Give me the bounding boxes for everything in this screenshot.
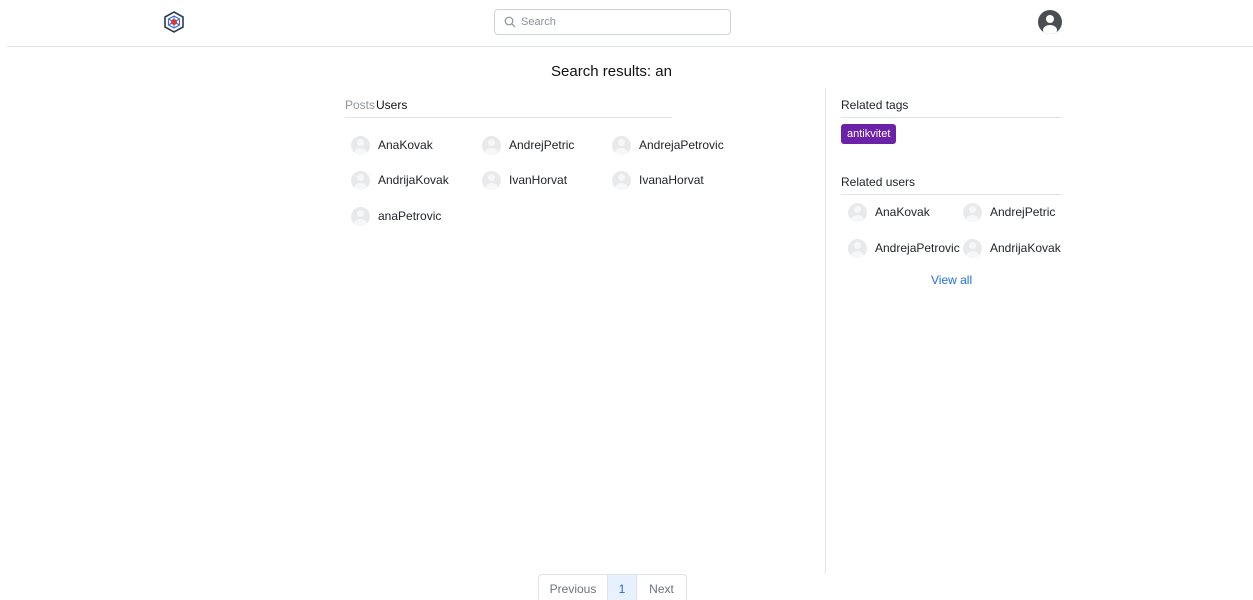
next-page-button[interactable]: Next bbox=[637, 575, 686, 600]
result-tabs: Posts Users bbox=[345, 98, 672, 118]
user-result-item[interactable]: AnaKovak bbox=[351, 135, 433, 155]
header-divider bbox=[7, 46, 1253, 47]
avatar-placeholder-icon bbox=[351, 135, 370, 155]
user-result-name: anaPetrovic bbox=[378, 209, 442, 223]
search-icon bbox=[504, 16, 516, 28]
user-result-name: AndrijaKovak bbox=[378, 173, 449, 187]
avatar-placeholder-icon bbox=[848, 238, 867, 258]
tab-posts[interactable]: Posts bbox=[345, 98, 375, 112]
avatar-placeholder-icon bbox=[963, 202, 982, 222]
user-profile-icon[interactable] bbox=[1038, 10, 1062, 34]
user-result-item[interactable]: IvanHorvat bbox=[482, 170, 567, 190]
related-user-item[interactable]: AndrijaKovak bbox=[963, 238, 1061, 258]
user-result-name: IvanHorvat bbox=[509, 173, 568, 187]
search-input[interactable] bbox=[521, 16, 711, 28]
sidebar-divider bbox=[825, 88, 826, 574]
user-result-item[interactable]: AndrejaPetrovic bbox=[612, 135, 724, 155]
view-all-link[interactable]: View all bbox=[931, 273, 972, 287]
avatar-placeholder-icon bbox=[612, 170, 631, 190]
related-user-item[interactable]: AndrejaPetrovic bbox=[848, 238, 960, 258]
related-tags-heading: Related tags bbox=[841, 98, 1061, 118]
related-user-item[interactable]: AnaKovak bbox=[848, 202, 930, 222]
user-result-name: AnaKovak bbox=[378, 138, 433, 152]
page-number-button[interactable]: 1 bbox=[608, 575, 637, 600]
tag-badge[interactable]: antikvitet bbox=[841, 124, 897, 144]
user-result-item[interactable]: AndrijaKovak bbox=[351, 170, 449, 190]
tab-users[interactable]: Users bbox=[376, 98, 407, 112]
avatar-placeholder-icon bbox=[351, 170, 370, 190]
avatar-placeholder-icon bbox=[351, 206, 370, 226]
user-result-item[interactable]: anaPetrovic bbox=[351, 206, 441, 226]
avatar-placeholder-icon bbox=[482, 135, 501, 155]
related-user-name: AnaKovak bbox=[875, 205, 930, 219]
previous-page-button[interactable]: Previous bbox=[539, 575, 608, 600]
pagination: Previous 1 Next bbox=[538, 574, 687, 600]
related-users-heading: Related users bbox=[841, 175, 1061, 195]
page-title: Search results: an bbox=[551, 63, 672, 80]
hexagon-logo-icon[interactable] bbox=[163, 11, 185, 33]
user-result-name: IvanaHorvat bbox=[639, 173, 704, 187]
user-result-item[interactable]: IvanaHorvat bbox=[612, 170, 704, 190]
user-result-item[interactable]: AndrejPetric bbox=[482, 135, 574, 155]
user-result-name: AndrejPetric bbox=[509, 138, 575, 152]
search-box[interactable] bbox=[494, 9, 731, 35]
avatar-placeholder-icon bbox=[612, 135, 631, 155]
user-result-name: AndrejaPetrovic bbox=[639, 138, 724, 152]
avatar-placeholder-icon bbox=[963, 238, 982, 258]
related-user-item[interactable]: AndrejPetric bbox=[963, 202, 1055, 222]
top-navbar bbox=[0, 0, 1253, 46]
related-user-name: AndrejaPetrovic bbox=[875, 241, 960, 255]
related-user-name: AndrijaKovak bbox=[990, 241, 1061, 255]
related-user-name: AndrejPetric bbox=[990, 205, 1056, 219]
avatar-placeholder-icon bbox=[848, 202, 867, 222]
avatar-placeholder-icon bbox=[482, 170, 501, 190]
